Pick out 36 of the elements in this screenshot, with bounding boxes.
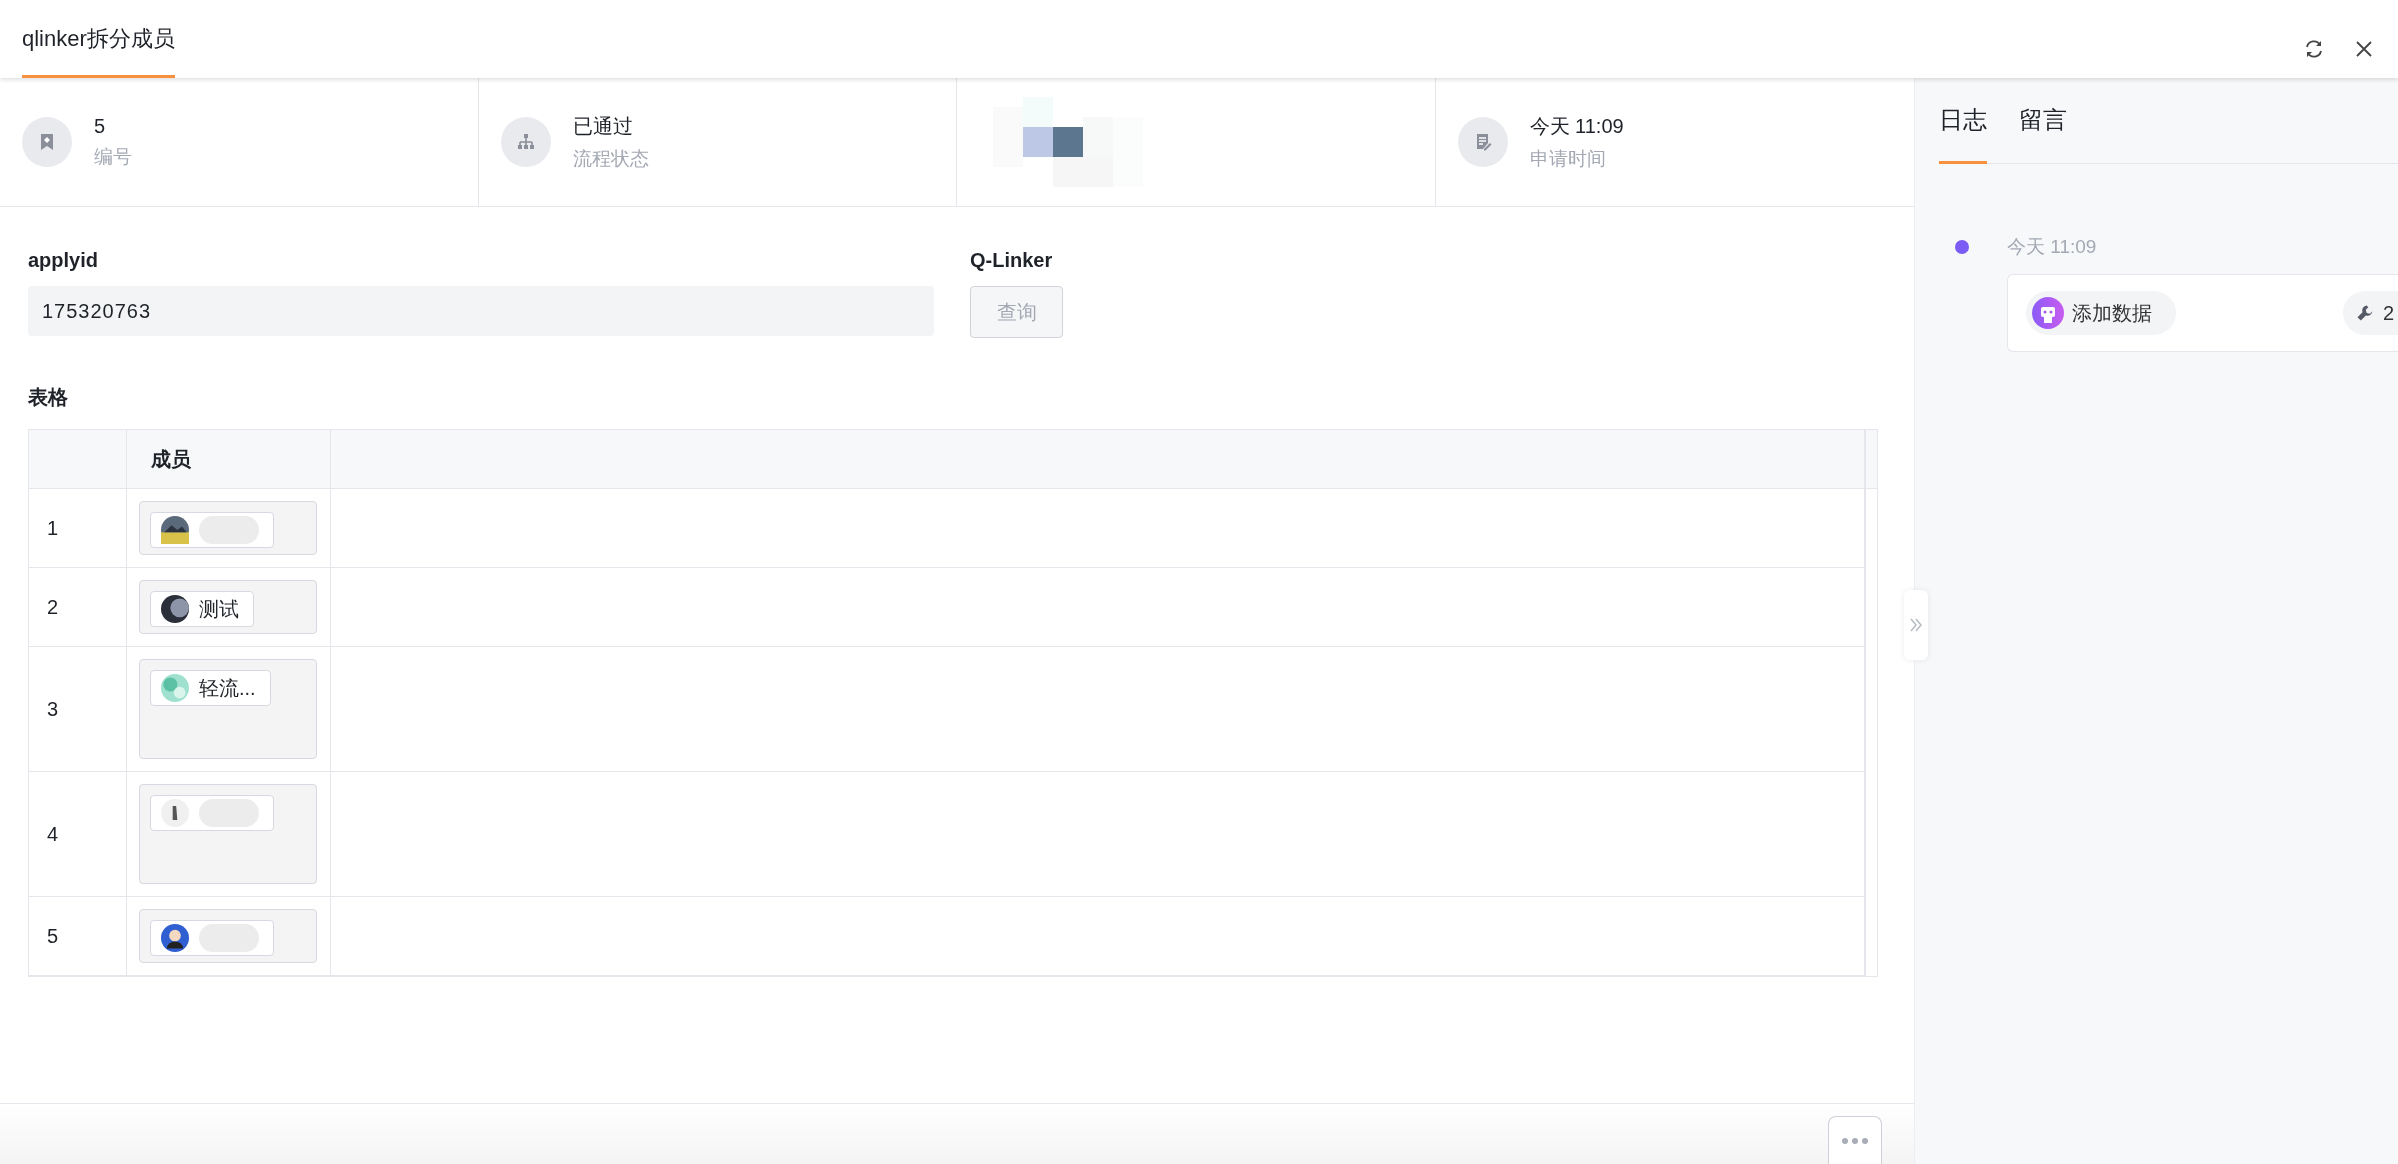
time-icon [1457,117,1508,167]
row-number: 3 [29,647,127,772]
member-field[interactable]: 轻流... [139,659,317,759]
more-icon [1840,1136,1870,1145]
member-field[interactable] [139,909,317,963]
row-number: 2 [29,568,127,647]
robot-icon [2032,297,2064,329]
number-icon [22,117,72,167]
table-title: 表格 [28,385,69,410]
column-header: 成员 [127,430,331,489]
flow-icon [500,117,551,167]
timeline-dot [1955,240,1969,254]
member-tag: 轻流... [150,670,271,706]
count-tag: 2 [2342,291,2398,335]
info-label: 流程状态 [572,146,649,171]
input-field[interactable]: 175320763 [28,286,934,336]
log-time: 今天 11:09 [2007,235,2098,259]
member-field[interactable] [139,784,317,884]
action-tag: 添加数据 [2026,291,2176,335]
field-label: applyid [28,249,99,272]
member-field[interactable] [139,501,317,555]
info-value: 已通过 [572,113,634,139]
member-field[interactable]: 测试 [139,580,317,634]
tab[interactable]: 日志 [1939,78,1987,164]
member-tag: 测试 [150,591,254,627]
row-number: 1 [29,489,127,568]
info-label: 申请时间 [1529,146,1607,171]
info-value: 今天 11:09 [1529,113,1624,139]
row-number: 5 [29,897,127,976]
tab[interactable]: 留言 [2019,78,2067,164]
collapse-handle[interactable] [1904,590,1928,660]
window-title: qlinker拆分成员 [22,0,175,78]
info-value: 5 [94,114,107,138]
field-label: Q-Linker [970,249,1054,272]
row-number: 4 [29,772,127,897]
info-label: 编号 [94,144,132,169]
